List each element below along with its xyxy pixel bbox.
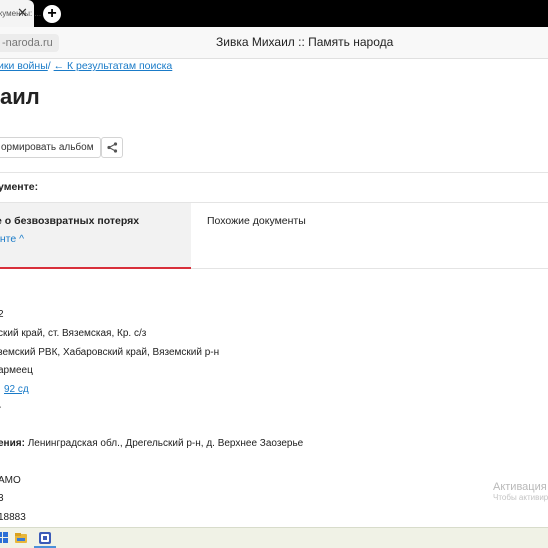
field-draft-office: земский РВК, Хабаровский край, Вяземский…: [0, 347, 220, 358]
page-title: аил: [0, 84, 40, 109]
share-icon: [107, 142, 118, 153]
field-birthplace: ский край, ст. Вяземская, Кр. с/з: [0, 328, 147, 339]
new-tab-button[interactable]: +: [43, 5, 61, 23]
activation-watermark-text: Чтобы активир: [493, 493, 548, 502]
window-title: Зивка Михаил :: Память народа: [216, 35, 394, 49]
explorer-icon[interactable]: [14, 531, 28, 545]
tab-loss-report-toggle-link[interactable]: енте ^: [0, 233, 24, 245]
browser-tab[interactable]: дкументы: ... ✕: [0, 0, 41, 27]
create-album-button[interactable]: ормировать альбом: [0, 137, 101, 158]
breadcrumb: ики войны/ ← К результатам поиска: [0, 60, 172, 72]
close-tab-icon[interactable]: ✕: [17, 5, 28, 21]
tabs-divider: [191, 268, 548, 269]
field-birth-year: 2: [0, 309, 4, 320]
taskbar: [0, 527, 548, 548]
windows-icon[interactable]: [0, 531, 10, 545]
field-opis: 18883: [0, 512, 26, 523]
field-burial-place-value: Ленинградская обл., Дрегельский р-н, д. …: [24, 438, 304, 449]
field-unit: 92 сд: [4, 384, 29, 395]
address-bar: -naroda.ru Зивка Михаил :: Память народа: [0, 27, 548, 59]
activation-watermark-title: Активация W: [493, 481, 548, 493]
section-divider: [0, 172, 548, 173]
tab-similar-documents[interactable]: Похожие документы: [207, 215, 306, 227]
field-source: АМО: [0, 475, 21, 486]
url-field[interactable]: -naroda.ru: [0, 34, 59, 52]
browser-icon[interactable]: [38, 531, 52, 545]
breadcrumb-link-war-heroes[interactable]: ики войны: [0, 60, 48, 72]
back-to-results-link[interactable]: ← К результатам поиска: [54, 60, 173, 72]
field-burial-place-label: ения:: [0, 438, 25, 449]
unit-link[interactable]: 92 сд: [4, 384, 29, 395]
field-dash: -: [0, 402, 1, 413]
field-rank: армеец: [0, 365, 33, 376]
tab-loss-report-title: е о безвозвратных потерях: [0, 215, 140, 227]
share-button[interactable]: [101, 137, 123, 158]
browser-tab-bar: дкументы: ... ✕ +: [0, 0, 548, 27]
documents-section-label: ументе:: [0, 181, 39, 193]
field-fond: 3: [0, 493, 4, 504]
field-burial-place: ения: Ленинградская обл., Дрегельский р-…: [0, 438, 303, 449]
tab-loss-report[interactable]: е о безвозвратных потерях енте ^: [0, 203, 191, 269]
